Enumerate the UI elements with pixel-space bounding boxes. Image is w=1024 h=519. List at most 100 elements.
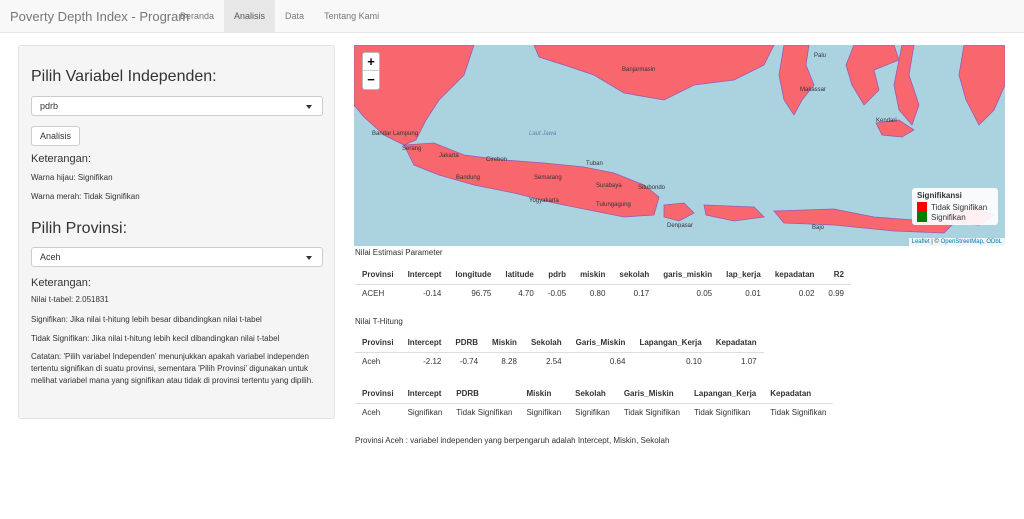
- col-header: Garis_Miskin: [568, 333, 633, 353]
- leaflet-link[interactable]: Leaflet: [912, 239, 930, 245]
- col-header: Provinsi: [355, 265, 401, 285]
- map-label: Banjarmasin: [622, 67, 656, 73]
- province-selected-value: Aceh: [40, 252, 61, 262]
- cell: 2.54: [546, 356, 562, 366]
- map-view[interactable]: Bandar Lampung Serang Jakarta Bandung Ci…: [354, 45, 1005, 246]
- variable-heading: Pilih Variabel Independen:: [31, 68, 217, 85]
- col-header: Intercept: [400, 333, 449, 353]
- map-label: Denpasar: [667, 223, 694, 229]
- tab-data[interactable]: Data: [275, 0, 314, 33]
- tab-analisis[interactable]: Analisis: [224, 0, 276, 33]
- cell: ACEH: [362, 288, 385, 298]
- col-header: Provinsi: [355, 333, 401, 353]
- cell: -0.14: [423, 288, 442, 298]
- col-header: miskin: [573, 265, 613, 285]
- map-label-sea: Laut Jawa: [529, 131, 557, 137]
- analyze-button[interactable]: Analisis: [31, 126, 81, 146]
- table-header-row: Provinsi Intercept PDRB Miskin Sekolah G…: [355, 384, 834, 404]
- map-label: Bandar Lampung: [372, 131, 419, 137]
- map-label: Bandung: [456, 175, 481, 181]
- cell: 1.07: [741, 356, 757, 366]
- t-table-value: Nilai t-tabel: 2.051831: [31, 295, 109, 304]
- col-header: kepadatan: [767, 265, 822, 285]
- region-sulawesi: [778, 45, 815, 116]
- conclusion-text: Provinsi Aceh : variabel independen yang…: [355, 436, 670, 445]
- col-header: Sekolah: [568, 384, 617, 404]
- table-row: ACEH -0.14 96.75 4.70 -0.05 0.80 0.17 0.…: [355, 284, 851, 302]
- map-label: Tulungagung: [596, 202, 631, 208]
- map-label: Jakarta: [439, 153, 459, 159]
- variable-select[interactable]: pdrb: [31, 96, 323, 116]
- chevron-down-icon: [306, 256, 312, 260]
- cell: 0.64: [609, 356, 626, 366]
- province-select[interactable]: Aceh: [31, 247, 323, 267]
- app-title[interactable]: Poverty Depth Index - Program: [10, 9, 189, 24]
- chevron-down-icon: [306, 105, 312, 109]
- cell: Signifikan: [526, 407, 562, 417]
- cell: -2.12: [423, 356, 442, 366]
- region-maluku: [958, 45, 1005, 126]
- table-row: Aceh -2.12 -0.74 8.28 2.54 0.64 0.10 1.0…: [355, 352, 764, 370]
- zoom-out-button[interactable]: −: [363, 71, 379, 89]
- not-significant-note: Tidak Signifikan: Jika nilai t-hitung le…: [31, 334, 280, 343]
- legend-item: Signifikan: [917, 212, 993, 222]
- green-swatch: [917, 212, 927, 222]
- cell: 0.01: [745, 288, 761, 298]
- cell: Tidak Signifikan: [694, 407, 751, 417]
- map-label: Situbondo: [638, 185, 666, 191]
- region-sulawesi-se: [845, 45, 900, 106]
- table-row: Aceh Signifikan Tidak Signifikan Signifi…: [355, 403, 833, 421]
- significant-note: Signifikan: Jika nilai t-hitung lebih be…: [31, 315, 262, 324]
- col-header: lap_kerja: [719, 265, 768, 285]
- osm-link[interactable]: OpenStreetMap: [941, 239, 983, 245]
- nav-tabs: Beranda Analisis Data Tentang Kami: [170, 0, 389, 33]
- col-header: PDRB: [448, 333, 486, 353]
- map-label: Yogyakarta: [529, 198, 559, 204]
- zoom-in-button[interactable]: +: [363, 53, 379, 71]
- province-heading: Pilih Provinsi:: [31, 220, 128, 237]
- variable-selected-value: pdrb: [40, 101, 59, 111]
- col-header: sekolah: [612, 265, 657, 285]
- cell: 4.70: [518, 288, 534, 298]
- col-header: Garis_Miskin: [616, 384, 688, 404]
- tab-tentang-kami[interactable]: Tentang Kami: [314, 0, 389, 33]
- col-header: PDRB: [449, 384, 520, 404]
- map-canvas: [354, 45, 1005, 234]
- col-header: garis_miskin: [656, 265, 720, 285]
- map-label: Tuban: [586, 161, 603, 167]
- col-header: Intercept: [400, 384, 450, 404]
- cell: -0.05: [547, 288, 567, 298]
- region-ntb: [703, 204, 765, 222]
- legend-label: Tidak Signifikan: [931, 202, 988, 212]
- legend-label: Signifikan: [931, 212, 966, 222]
- thitung-title: Nilai T-Hitung: [355, 317, 403, 326]
- estimasi-table: Provinsi Intercept longitude latitude pd…: [355, 265, 851, 302]
- green-note: Warna hijau: Signifikan: [31, 173, 113, 182]
- red-note: Warna merah: Tidak Signifikan: [31, 192, 140, 201]
- attribution-separator: | ©: [929, 239, 941, 245]
- navbar: Poverty Depth Index - Program Beranda An…: [0, 0, 1024, 33]
- col-header: Provinsi: [355, 384, 401, 404]
- tab-beranda[interactable]: Beranda: [170, 0, 224, 33]
- cell: Tidak Signifikan: [456, 407, 513, 417]
- legend-note-heading-2: Keterangan:: [31, 277, 91, 289]
- col-header: Miskin: [519, 384, 569, 404]
- cell: Aceh: [362, 356, 381, 366]
- col-header: longitude: [448, 265, 499, 285]
- legend-item: Tidak Signifikan: [917, 202, 993, 212]
- table-header-row: Provinsi Intercept longitude latitude pd…: [355, 265, 851, 285]
- cell: 96.75: [471, 288, 492, 298]
- col-header: Lapangan_Kerja: [632, 333, 709, 353]
- map-label: Kendari: [876, 118, 897, 124]
- map-label: Cirebon: [486, 157, 508, 163]
- cell: 0.80: [589, 288, 606, 298]
- cell: Tidak Signifikan: [623, 407, 681, 417]
- cell: Aceh: [362, 407, 381, 417]
- legend-title: Signifikansi: [917, 191, 962, 200]
- col-header: Miskin: [485, 333, 524, 353]
- map-label: Makassar: [800, 87, 827, 93]
- legend-note-heading: Keterangan:: [31, 153, 91, 165]
- odbl-link[interactable]: ODbL: [986, 239, 1002, 245]
- col-header: R2: [821, 265, 851, 285]
- cell: 0.99: [828, 288, 844, 298]
